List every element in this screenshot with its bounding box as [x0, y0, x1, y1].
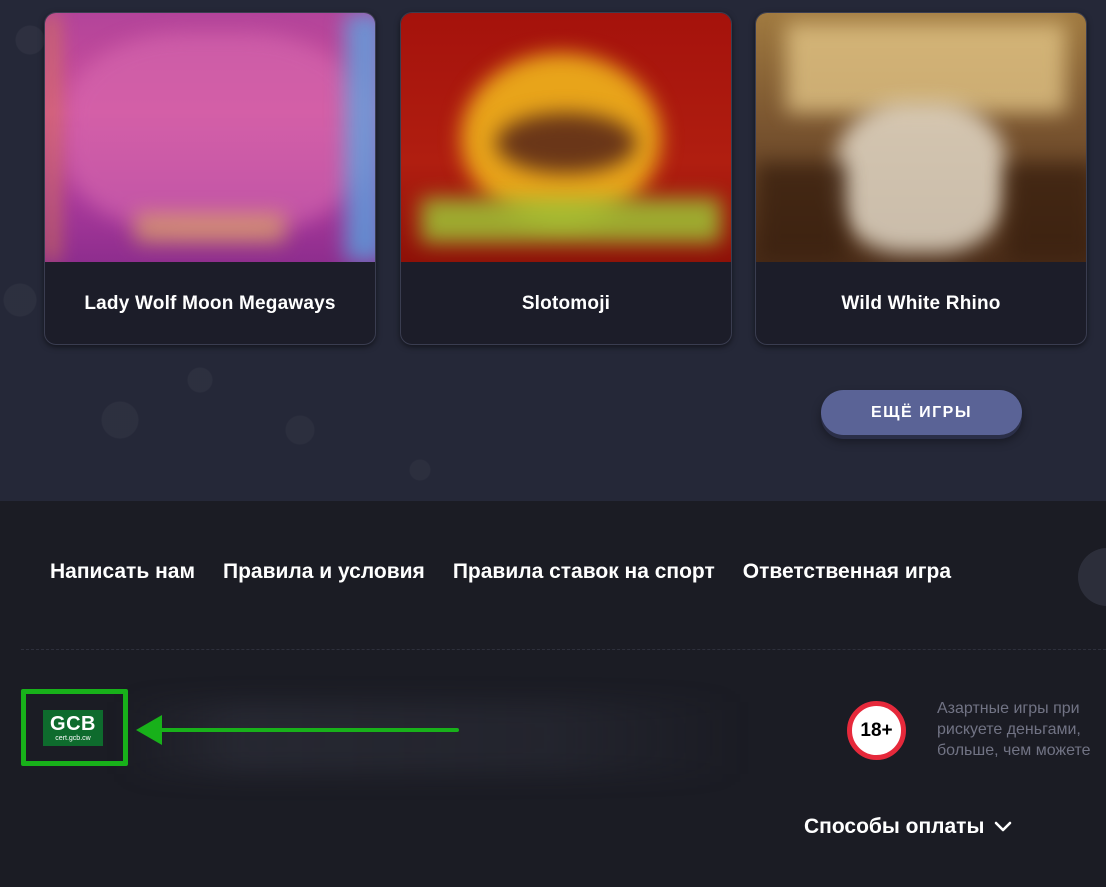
annotation-arrow-icon [136, 715, 459, 745]
disclaimer-line: рискуете деньгами, [937, 721, 1081, 738]
game-thumbnail [45, 13, 375, 262]
footer-divider [21, 649, 1106, 650]
disclaimer-line: больше, чем можете [937, 742, 1091, 759]
age-restriction-badge: 18+ [847, 701, 906, 760]
game-thumbnail [756, 13, 1086, 262]
disclaimer-line: Азартные игры при [937, 700, 1080, 717]
game-card-wild-white-rhino[interactable]: Wild White Rhino [755, 12, 1087, 345]
game-title: Wild White Rhino [841, 293, 1001, 314]
footer-link-responsible-gaming[interactable]: Ответственная игра [743, 560, 951, 584]
gcb-brand: GCB [50, 713, 96, 735]
language-toggle-edge[interactable] [1078, 548, 1106, 606]
footer-nav: Написать нам Правила и условия Правила с… [50, 560, 951, 584]
game-title: Slotomoji [521, 293, 611, 314]
game-card-slotomoji[interactable]: Slotomoji [400, 12, 732, 345]
payment-methods-label: Способы оплаты [804, 815, 985, 838]
payment-methods-toggle[interactable]: Способы оплаты [804, 815, 1012, 839]
footer-link-contact[interactable]: Написать нам [50, 560, 195, 584]
game-title: Lady Wolf Moon Megaways [84, 293, 336, 314]
game-thumbnail [401, 13, 731, 262]
more-games-button[interactable]: ЕЩЁ ИГРЫ [821, 390, 1022, 435]
game-card-lady-wolf[interactable]: Lady Wolf Moon Megaways [44, 12, 376, 345]
gcb-domain: cert.gcb.cw [55, 735, 91, 742]
games-section: Lady Wolf Moon Megaways Slotomoji Wild W… [0, 0, 1106, 501]
gcb-license-logo[interactable]: GCB cert.gcb.cw [43, 710, 103, 746]
gambling-disclaimer: Азартные игры при рискуете деньгами, бол… [937, 698, 1106, 761]
footer-link-terms[interactable]: Правила и условия [223, 560, 425, 584]
footer-link-sport-rules[interactable]: Правила ставок на спорт [453, 560, 715, 584]
chevron-down-icon [995, 821, 1012, 832]
